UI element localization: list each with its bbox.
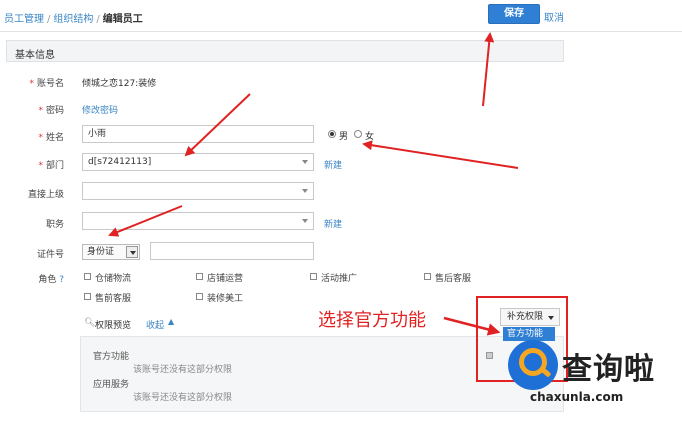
help-icon: ? <box>59 275 64 285</box>
department-label: * 部门 <box>38 161 64 171</box>
gender-female-radio[interactable] <box>354 130 362 138</box>
watermark-logo-icon <box>508 340 558 390</box>
change-password-link[interactable]: 修改密码 <box>82 103 118 116</box>
supervisor-label: 直接上级 <box>27 190 64 200</box>
supervisor-select[interactable] <box>82 182 314 200</box>
chevron-down-icon <box>126 246 138 258</box>
password-label: * 密码 <box>38 106 64 116</box>
gender-female-label: 女 <box>365 132 375 142</box>
annotation-text: 选择官方功能 <box>318 310 426 331</box>
section-header: 基本信息 <box>6 40 564 62</box>
permission-group-note: 该账号还没有这部分权限 <box>133 393 233 403</box>
account-value: 倾城之恋127:装修 <box>82 79 157 89</box>
id-type-value: 身份证 <box>87 247 115 257</box>
role-label: 售前客服 <box>95 294 132 304</box>
chevron-down-icon <box>302 189 308 193</box>
permission-group-title: 应用服务 <box>93 380 130 390</box>
breadcrumb-org-structure[interactable]: 组织结构 <box>53 14 93 25</box>
position-select[interactable] <box>82 212 314 230</box>
section-title: 基本信息 <box>15 50 55 61</box>
name-input[interactable]: 小雨 <box>82 125 314 143</box>
top-bar: 员工管理 / 组织结构 / 编辑员工 保存 取消 <box>0 0 682 32</box>
arrow-to-gender <box>362 140 519 169</box>
role-label: 售后客服 <box>435 274 472 284</box>
chevron-up-icon: ▲ <box>168 317 175 326</box>
permission-group-title: 官方功能 <box>93 352 130 362</box>
account-label: * 账号名 <box>29 79 64 89</box>
id-type-select[interactable]: 身份证 <box>82 244 140 260</box>
chevron-down-icon <box>302 219 308 223</box>
role-checkbox[interactable] <box>84 273 91 280</box>
role-checkbox[interactable] <box>310 273 317 280</box>
permission-preview-label: 权限预览 <box>95 321 132 331</box>
role-checkbox[interactable] <box>84 293 91 300</box>
permission-group-note: 该账号还没有这部分权限 <box>133 365 233 375</box>
gender-male-radio[interactable] <box>328 130 336 138</box>
name-label: * 姓名 <box>38 133 64 143</box>
department-value: d[s72412113] <box>88 157 152 167</box>
cancel-link[interactable]: 取消 <box>544 9 564 24</box>
breadcrumb-employee-mgmt[interactable]: 员工管理 <box>4 14 44 25</box>
breadcrumb: 员工管理 / 组织结构 / 编辑员工 <box>4 10 143 25</box>
id-doc-label: 证件号 <box>36 250 64 260</box>
id-number-input[interactable] <box>150 242 314 260</box>
watermark-brand: 查询啦 <box>562 352 655 387</box>
role-label: 店铺运营 <box>207 274 244 284</box>
role-checkbox[interactable] <box>196 293 203 300</box>
role-checkbox[interactable] <box>196 273 203 280</box>
role-checkbox[interactable] <box>424 273 431 280</box>
page-title: 编辑员工 <box>102 14 143 25</box>
position-label: 职务 <box>45 220 64 230</box>
small-checkbox[interactable] <box>486 352 493 359</box>
collapse-link[interactable]: 收起 <box>146 318 164 331</box>
breadcrumb-separator: / <box>96 14 100 25</box>
watermark-domain: chaxunla.com <box>530 390 624 404</box>
official-function-option[interactable]: 官方功能 <box>503 327 555 341</box>
extra-permission-dropdown[interactable]: 补充权限 <box>500 308 560 326</box>
magnifier-icon: 🔍︎ <box>84 318 96 328</box>
role-label: 装修美工 <box>207 294 244 304</box>
role-label: 仓储物流 <box>95 274 132 284</box>
save-button[interactable]: 保存 <box>488 4 540 24</box>
roles-label: 角色 ? <box>38 275 64 285</box>
department-select[interactable]: d[s72412113] <box>82 153 314 171</box>
new-position-link[interactable]: 新建 <box>324 217 342 230</box>
breadcrumb-separator: / <box>47 14 51 25</box>
gender-male-label: 男 <box>339 132 349 142</box>
new-department-link[interactable]: 新建 <box>324 158 342 171</box>
chevron-down-icon <box>302 160 308 164</box>
role-label: 活动推广 <box>321 274 358 284</box>
